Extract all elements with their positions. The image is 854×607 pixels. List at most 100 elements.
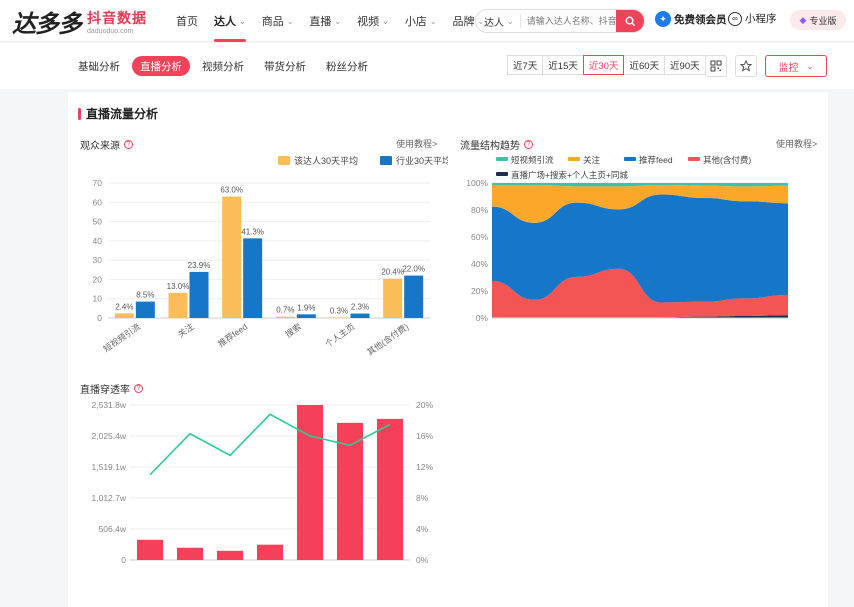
pro-label: 专业版 (809, 15, 837, 26)
qrcode-icon (710, 60, 722, 72)
structure-tutorial-link[interactable]: 使用教程> (776, 137, 817, 150)
y-tick-label-right: 4% (416, 524, 429, 534)
chevron-down-icon: ⌄ (334, 16, 342, 26)
y-tick-label: 50 (93, 217, 103, 227)
live-penetration-chart: 0 506.4w 1,012.7w 1,519.1w 2,025.4w 2,531.8w 0… (92, 400, 434, 565)
data-label: 41.3% (241, 227, 264, 236)
bar (275, 316, 295, 318)
range-90d[interactable]: 近90天 (664, 55, 706, 75)
help-icon[interactable]: ? (524, 140, 533, 149)
tab-video-analysis[interactable]: 视频分析 (194, 56, 252, 76)
y-tick-label: 20 (93, 274, 103, 284)
y-tick-label: 0% (476, 313, 489, 323)
monitor-label: 监控 (778, 62, 799, 74)
help-icon[interactable]: ? (124, 140, 133, 149)
nav-product[interactable]: 商品 ⌄ (254, 0, 302, 42)
data-label: 0.7% (276, 306, 294, 315)
range-30d[interactable]: 近30天 (582, 55, 625, 75)
y-tick-label: 80% (471, 205, 488, 215)
nav-live[interactable]: 直播 ⌄ (301, 0, 349, 42)
nav-shop[interactable]: 小店 ⌄ (397, 0, 445, 42)
search-button[interactable] (616, 10, 644, 32)
bar (114, 313, 134, 318)
y-tick-label-right: 20% (416, 400, 433, 410)
bar (217, 550, 243, 560)
data-label: 13.0% (167, 282, 190, 291)
date-range-group: 近7天 近15天 近30天 近60天 近90天 (507, 55, 706, 75)
bar (297, 405, 323, 560)
tab-basic-analysis[interactable]: 基础分析 (70, 56, 128, 76)
range-60d[interactable]: 近60天 (623, 55, 666, 75)
search-type-label: 达人 (484, 17, 504, 29)
favorite-button[interactable] (735, 55, 757, 77)
data-label: 1.9% (297, 303, 315, 312)
logo[interactable]: 达多多 抖音数据 daduoduo.com (12, 6, 147, 38)
sub-nav: 基础分析 直播分析 视频分析 带货分析 粉丝分析 近7天 近15天 近30天 近… (0, 43, 854, 89)
legend-label: 其他(含付费) (703, 155, 751, 165)
pro-version-badge[interactable]: ◆ 专业版 (790, 10, 846, 30)
bar (137, 539, 163, 560)
mini-label: 小程序 (745, 13, 777, 25)
legend-label: 短视频引流 (511, 155, 554, 165)
nav-home[interactable]: 首页 (168, 0, 206, 42)
bar (383, 278, 403, 318)
data-label: 20.4% (381, 268, 404, 277)
free-member-link[interactable]: ✦ 免费领会员 (655, 11, 727, 27)
y-tick-label: 60% (471, 232, 488, 242)
legend-swatch (568, 157, 580, 161)
legend-label: 直播广场+搜索+个人主页+同城 (511, 170, 628, 180)
y-tick-label-right: 0% (416, 555, 429, 565)
x-tick-label: 关注 (176, 321, 196, 339)
audience-tutorial-link[interactable]: 使用教程> (396, 137, 437, 150)
data-label: 8.5% (136, 291, 154, 300)
legend-label: 关注 (583, 155, 601, 165)
y-tick-label: 60 (93, 197, 103, 207)
y-tick-label: 70 (93, 178, 103, 188)
y-tick-label-right: 16% (416, 431, 433, 441)
logo-title: 抖音数据 (87, 9, 147, 26)
bar (329, 317, 349, 318)
x-tick-label: 个人主页 (323, 321, 357, 349)
y-tick-label-left: 0 (121, 555, 126, 565)
qrcode-button[interactable] (705, 55, 727, 77)
legend-swatch (624, 157, 636, 161)
bar (350, 313, 370, 318)
y-tick-label: 100% (466, 178, 488, 188)
help-icon[interactable]: ? (134, 384, 143, 393)
tab-live-analysis[interactable]: 直播分析 (132, 56, 190, 76)
legend-swatch (380, 156, 392, 165)
bar (243, 238, 263, 318)
legend-label: 推荐feed (639, 155, 673, 165)
search-input[interactable] (520, 16, 619, 26)
y-tick-label-right: 8% (416, 493, 429, 503)
nav-label: 品牌 (452, 16, 475, 28)
x-tick-label: 搜索 (283, 321, 303, 339)
data-label: 0.3% (330, 306, 348, 315)
y-tick-label: 30 (93, 255, 103, 265)
tab-sales-analysis[interactable]: 带货分析 (256, 56, 314, 76)
legend-swatch (688, 157, 700, 161)
bar (168, 292, 188, 318)
bar (135, 301, 155, 318)
bar (296, 314, 316, 318)
nav-label: 首页 (176, 16, 198, 28)
chevron-down-icon: ⌄ (806, 61, 814, 71)
monitor-dropdown[interactable]: 监控 ⌄ (765, 55, 827, 77)
nav-video[interactable]: 视频 ⌄ (349, 0, 397, 42)
member-label: 免费领会员 (674, 13, 727, 26)
chevron-down-icon: ⌄ (286, 16, 294, 26)
mini-program-icon: ∞ (728, 11, 742, 26)
tab-fans-analysis[interactable]: 粉丝分析 (318, 56, 376, 76)
nav-label: 直播 (309, 16, 332, 28)
data-label: 2.3% (351, 303, 369, 312)
search-type-select[interactable]: 达人 ⌄ (476, 14, 521, 29)
range-7d[interactable]: 近7天 (507, 55, 544, 75)
search-box: 达人 ⌄ (475, 9, 645, 33)
y-tick-label: 0 (97, 313, 102, 323)
bar (222, 196, 242, 318)
chevron-down-icon: ⌄ (382, 16, 389, 26)
range-15d[interactable]: 近15天 (542, 55, 584, 75)
mini-program-link[interactable]: ∞ 小程序 (728, 11, 777, 26)
nav-influencer[interactable]: 达人 ⌄ (206, 0, 254, 42)
bar (177, 547, 203, 560)
